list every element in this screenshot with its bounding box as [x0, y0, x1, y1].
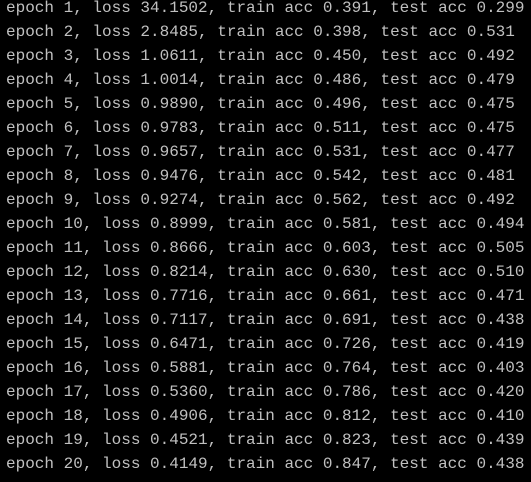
- log-line: epoch 20, loss 0.4149, train acc 0.847, …: [6, 455, 525, 473]
- terminal-window[interactable]: epoch 1, loss 34.1502, train acc 0.391, …: [0, 0, 531, 482]
- log-line: epoch 19, loss 0.4521, train acc 0.823, …: [6, 431, 525, 449]
- log-line: epoch 11, loss 0.8666, train acc 0.603, …: [6, 239, 525, 257]
- log-line: epoch 13, loss 0.7716, train acc 0.661, …: [6, 287, 525, 305]
- log-line: epoch 9, loss 0.9274, train acc 0.562, t…: [6, 191, 515, 209]
- log-line: epoch 8, loss 0.9476, train acc 0.542, t…: [6, 167, 515, 185]
- log-line: epoch 6, loss 0.9783, train acc 0.511, t…: [6, 119, 515, 137]
- log-line: epoch 4, loss 1.0014, train acc 0.486, t…: [6, 71, 515, 89]
- log-line: epoch 7, loss 0.9657, train acc 0.531, t…: [6, 143, 515, 161]
- log-line: epoch 5, loss 0.9890, train acc 0.496, t…: [6, 95, 515, 113]
- log-line: epoch 15, loss 0.6471, train acc 0.726, …: [6, 335, 525, 353]
- log-line: epoch 3, loss 1.0611, train acc 0.450, t…: [6, 47, 515, 65]
- log-line: epoch 17, loss 0.5360, train acc 0.786, …: [6, 383, 525, 401]
- log-line: epoch 18, loss 0.4906, train acc 0.812, …: [6, 407, 525, 425]
- log-line: epoch 16, loss 0.5881, train acc 0.764, …: [6, 359, 525, 377]
- log-line: epoch 12, loss 0.8214, train acc 0.630, …: [6, 263, 525, 281]
- log-line: epoch 14, loss 0.7117, train acc 0.691, …: [6, 311, 525, 329]
- log-line: epoch 2, loss 2.8485, train acc 0.398, t…: [6, 23, 515, 41]
- training-log: epoch 1, loss 34.1502, train acc 0.391, …: [6, 0, 524, 476]
- log-line: epoch 1, loss 34.1502, train acc 0.391, …: [6, 0, 525, 17]
- log-line: epoch 10, loss 0.8999, train acc 0.581, …: [6, 215, 525, 233]
